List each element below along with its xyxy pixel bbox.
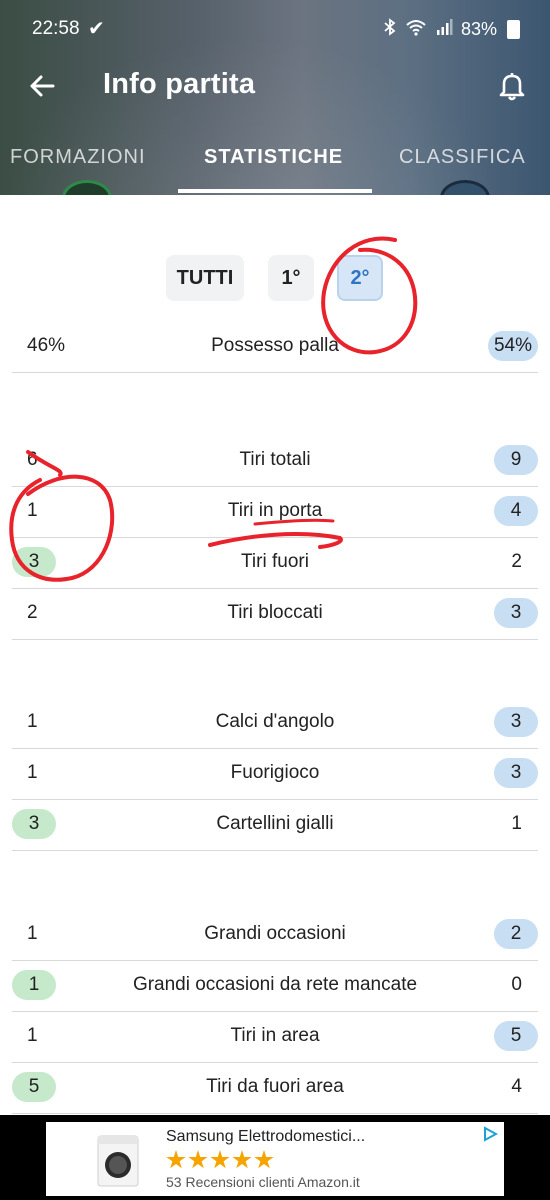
- stat-row: 3 Cartellini gialli 1: [12, 799, 538, 851]
- stat-label: Cartellini gialli: [216, 813, 334, 834]
- stat-label: Tiri bloccati: [227, 602, 323, 623]
- stat-label: Grandi occasioni: [204, 923, 346, 944]
- stat-row: 1 Grandi occasioni da rete mancate 0: [12, 960, 538, 1012]
- period-tab-all[interactable]: TUTTI: [166, 255, 244, 301]
- away-value: 1: [511, 813, 522, 834]
- arrow-left-icon: [30, 75, 55, 97]
- tab-bar: FORMAZIONI STATISTICHE CLASSIFICA: [0, 130, 550, 195]
- stat-row: 46% Possesso palla 54%: [12, 321, 538, 373]
- ad-subtitle: 53 Recensioni clienti Amazon.it: [166, 1174, 360, 1190]
- home-value: 5: [12, 1072, 56, 1102]
- home-value: 3: [12, 547, 56, 577]
- stat-label: Grandi occasioni da rete mancate: [132, 974, 418, 995]
- away-value: 0: [511, 974, 522, 995]
- stat-row: 1 Calci d'angolo 3: [12, 697, 538, 749]
- ad-title: Samsung Elettrodomestici...: [166, 1128, 366, 1145]
- bluetooth-icon: [383, 18, 397, 41]
- star-icon: [166, 1150, 186, 1169]
- star-icon: [188, 1150, 208, 1169]
- tab-statistiche[interactable]: STATISTICHE: [204, 146, 343, 169]
- away-value: 9: [494, 445, 538, 475]
- ad-banner[interactable]: Samsung Elettrodomestici... 53 Recension…: [46, 1122, 504, 1196]
- home-value: 3: [12, 809, 56, 839]
- page-title: Info partita: [103, 68, 256, 100]
- home-value: 6: [27, 449, 38, 470]
- home-value: 1: [27, 923, 38, 944]
- status-bar: 22:58 ✔ 83%: [0, 0, 550, 62]
- away-value: 4: [494, 496, 538, 526]
- stat-row: 1 Fuorigioco 3: [12, 748, 538, 800]
- top-app-bar: Info partita: [0, 58, 550, 114]
- away-value: 4: [511, 1076, 522, 1097]
- stat-label: Tiri da fuori area: [206, 1076, 344, 1097]
- adchoices-icon[interactable]: [482, 1126, 498, 1142]
- stat-label: Calci d'angolo: [215, 711, 335, 732]
- home-value: 1: [27, 762, 38, 783]
- home-value: 1: [27, 1025, 38, 1046]
- period-selector: TUTTI 1° 2°: [0, 255, 550, 301]
- away-value: 3: [494, 707, 538, 737]
- stat-row: 1 Tiri in porta 4: [12, 486, 538, 538]
- bell-icon: [499, 73, 525, 101]
- star-icon: [254, 1150, 274, 1169]
- signal-icon: [435, 18, 453, 41]
- away-value: 54%: [487, 331, 538, 361]
- stat-row: 2 Tiri bloccati 3: [12, 588, 538, 640]
- washing-machine-image: [96, 1134, 140, 1188]
- rating-stars: [166, 1150, 274, 1170]
- home-value: 1: [12, 970, 56, 1000]
- tab-classifica[interactable]: CLASSIFICA: [399, 146, 526, 169]
- away-value: 3: [494, 758, 538, 788]
- app-header: 22:58 ✔ 83% Info partita FORMAZIONI STAT…: [0, 0, 550, 195]
- battery-level: 83%: [460, 19, 497, 39]
- stat-label: Tiri in porta: [227, 500, 323, 521]
- back-button[interactable]: [22, 66, 62, 106]
- stat-label: Tiri totali: [239, 449, 311, 470]
- tab-formazioni[interactable]: FORMAZIONI: [10, 146, 146, 169]
- home-value: 1: [27, 500, 38, 521]
- home-value: 2: [27, 602, 38, 623]
- stat-label: Tiri in area: [230, 1025, 320, 1046]
- away-value: 5: [494, 1021, 538, 1051]
- active-tab-indicator: [178, 189, 372, 193]
- period-tab-second-half[interactable]: 2°: [337, 255, 383, 301]
- home-value: 1: [27, 711, 38, 732]
- period-tab-first-half[interactable]: 1°: [268, 255, 314, 301]
- home-value: 46%: [27, 335, 66, 356]
- status-time: 22:58: [32, 18, 80, 39]
- stat-label: Possesso palla: [211, 335, 339, 356]
- star-icon: [210, 1150, 230, 1169]
- battery-icon: [507, 20, 520, 39]
- stat-label: Fuorigioco: [230, 762, 320, 783]
- stat-row: 3 Tiri fuori 2: [12, 537, 538, 589]
- star-icon: [232, 1150, 252, 1169]
- notifications-button[interactable]: [492, 66, 532, 106]
- stat-label: Tiri fuori: [241, 551, 309, 572]
- wifi-icon: [405, 18, 427, 41]
- away-value: 2: [494, 919, 538, 949]
- check-icon: ✔: [88, 18, 105, 40]
- stat-row: 5 Tiri da fuori area 4: [12, 1062, 538, 1114]
- stats-panel: TUTTI 1° 2° 46% Possesso palla 54% 6 Tiri to…: [0, 195, 550, 1115]
- away-value: 3: [494, 598, 538, 628]
- away-value: 2: [511, 551, 522, 572]
- ad-area: Samsung Elettrodomestici... 53 Recension…: [0, 1115, 550, 1200]
- stat-row: 6 Tiri totali 9: [12, 435, 538, 487]
- stat-row: 1 Tiri in area 5: [12, 1011, 538, 1063]
- stat-row: 1 Grandi occasioni 2: [12, 909, 538, 961]
